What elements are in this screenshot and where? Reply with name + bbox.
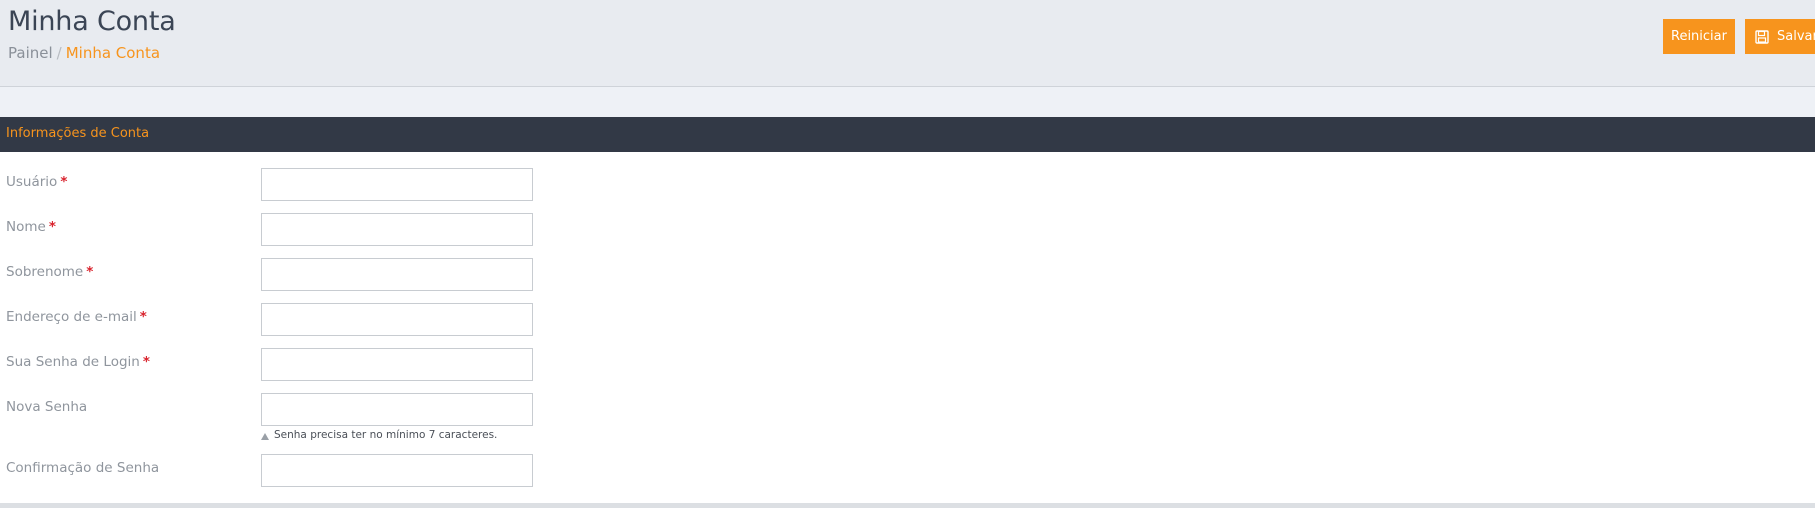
current-password-label-text: Sua Senha de Login bbox=[6, 354, 140, 370]
triangle-up-icon bbox=[261, 432, 269, 440]
email-input[interactable] bbox=[261, 303, 533, 336]
save-button[interactable]: Salvar bbox=[1745, 19, 1815, 54]
last-name-label: Sobrenome * bbox=[6, 264, 93, 280]
page-header: Minha Conta Painel / Minha Conta Reiniciar… bbox=[0, 0, 1815, 87]
section-header: Informações de Conta bbox=[0, 117, 1815, 152]
first-name-label-text: Nome bbox=[6, 219, 46, 235]
form-bottom-border bbox=[0, 503, 1815, 508]
breadcrumb-home-link[interactable]: Painel bbox=[8, 44, 53, 62]
email-label-text: Endereço de e-mail bbox=[6, 309, 137, 325]
username-label: Usuário * bbox=[6, 174, 67, 190]
first-name-label: Nome * bbox=[6, 219, 56, 235]
required-marker: * bbox=[48, 219, 56, 235]
breadcrumb-separator: / bbox=[56, 44, 62, 62]
reset-button-label: Reiniciar bbox=[1671, 29, 1727, 44]
required-marker: * bbox=[139, 309, 147, 325]
last-name-label-text: Sobrenome bbox=[6, 264, 84, 280]
username-label-text: Usuário bbox=[6, 174, 58, 190]
new-password-label: Nova Senha bbox=[6, 399, 87, 415]
section-title: Informações de Conta bbox=[6, 126, 150, 141]
confirm-password-label: Confirmação de Senha bbox=[6, 460, 159, 476]
last-name-input[interactable] bbox=[261, 258, 533, 291]
confirm-password-input[interactable] bbox=[261, 454, 533, 487]
current-password-input[interactable] bbox=[261, 348, 533, 381]
email-label: Endereço de e-mail * bbox=[6, 309, 147, 325]
breadcrumb: Painel / Minha Conta bbox=[8, 44, 160, 62]
first-name-input[interactable] bbox=[261, 213, 533, 246]
current-password-label: Sua Senha de Login * bbox=[6, 354, 150, 370]
save-button-label: Salvar bbox=[1777, 29, 1815, 44]
reset-button[interactable]: Reiniciar bbox=[1663, 19, 1735, 54]
page: Minha Conta Painel / Minha Conta Reiniciar… bbox=[0, 0, 1815, 508]
new-password-label-text: Nova Senha bbox=[6, 399, 88, 415]
password-hint: Senha precisa ter no mínimo 7 caracteres… bbox=[261, 429, 497, 441]
password-hint-text: Senha precisa ter no mínimo 7 caracteres… bbox=[274, 429, 498, 441]
breadcrumb-current: Minha Conta bbox=[65, 44, 161, 62]
confirm-password-label-text: Confirmação de Senha bbox=[6, 460, 160, 476]
required-marker: * bbox=[142, 354, 150, 370]
username-input[interactable] bbox=[261, 168, 533, 201]
page-title: Minha Conta bbox=[8, 6, 176, 37]
floppy-disk-icon bbox=[1755, 29, 1769, 44]
required-marker: * bbox=[60, 174, 68, 190]
new-password-input[interactable] bbox=[261, 393, 533, 426]
required-marker: * bbox=[86, 264, 94, 280]
